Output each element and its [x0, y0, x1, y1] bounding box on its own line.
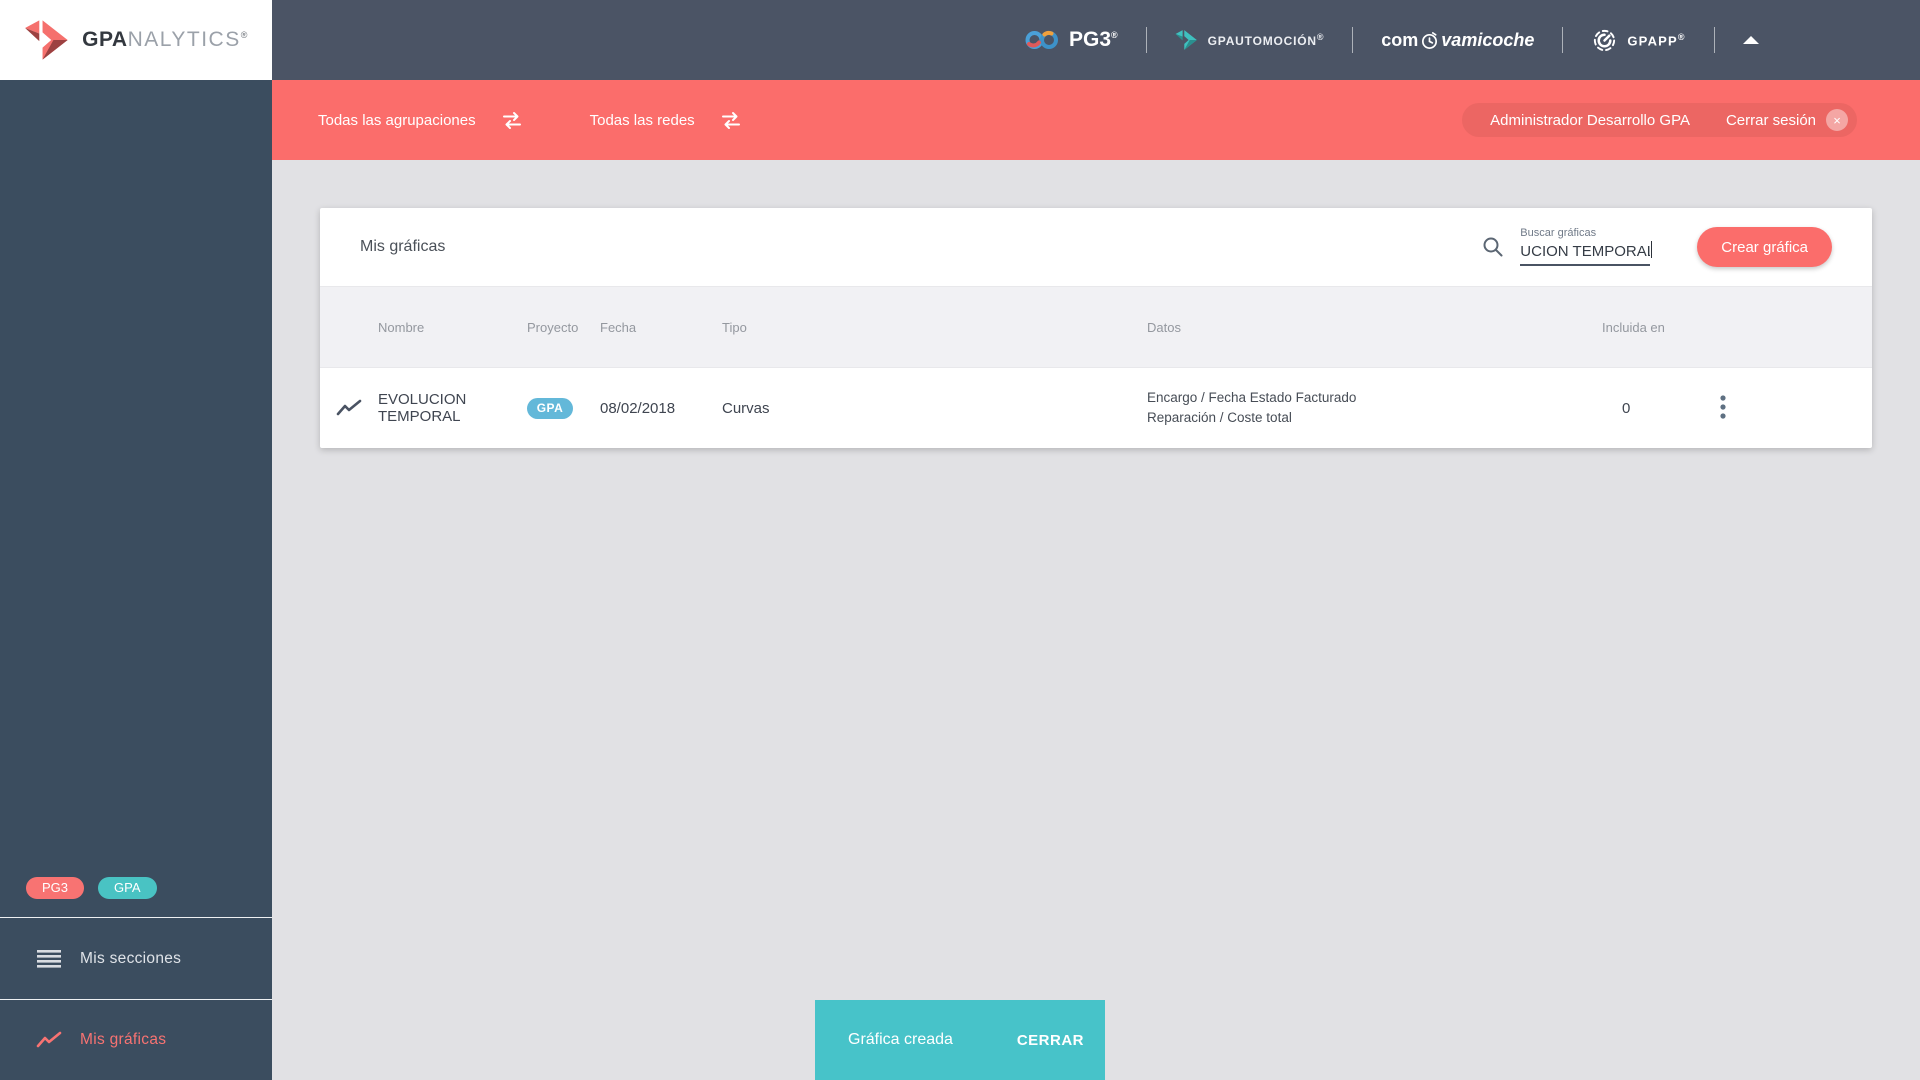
swap-icon[interactable]: [500, 111, 524, 130]
col-fecha: Fecha: [600, 319, 637, 335]
admin-user-label: Administrador Desarrollo GPA: [1490, 111, 1690, 129]
header-divider: [1713, 27, 1715, 53]
sidebar-item-label: Mis secciones: [80, 949, 182, 967]
search-field-label: Buscar gráficas: [1520, 227, 1597, 239]
snackbar-message: Gráfica creada: [848, 1031, 953, 1048]
page-title: Mis gráficas: [360, 238, 446, 255]
pg3-label: PG3®: [1069, 28, 1118, 51]
menu-icon: [36, 949, 62, 968]
gpa-analytics-arrow-icon: [25, 20, 68, 60]
pg3-infinity-icon: [1025, 31, 1058, 49]
card-header: Mis gráficas Buscar gráficas Crear gráfi…: [320, 208, 1872, 286]
sidebar-item-label: Mis gráficas: [80, 1031, 167, 1048]
snackbar: Gráfica creada CERRAR: [815, 1000, 1105, 1080]
gpa-analytics-logo: GPANALYTICS®: [0, 0, 272, 80]
collapse-header-arrow-icon[interactable]: [1742, 36, 1759, 44]
col-tipo: Tipo: [722, 319, 747, 335]
clock-icon: [1422, 31, 1438, 49]
sidebar-item-graficas[interactable]: Mis gráficas: [0, 1000, 272, 1080]
line-chart-icon: [36, 1030, 62, 1050]
snackbar-close-button[interactable]: CERRAR: [1011, 1031, 1090, 1050]
app-switcher: PG3® GPAUTOMOCIÓN® com vamicoche GPAPP®: [1024, 0, 1759, 80]
swap-icon[interactable]: [719, 111, 743, 130]
logout-label: Cerrar sesión: [1725, 111, 1816, 129]
row-data-line2: Reparación / Coste total: [1147, 410, 1292, 425]
create-chart-button[interactable]: Crear gráfica: [1697, 227, 1832, 267]
row-type: Curvas: [722, 399, 770, 417]
session-pill: Administrador Desarrollo GPA Cerrar sesi…: [1462, 103, 1857, 137]
header-divider: [1145, 27, 1147, 53]
table-row[interactable]: EVOLUCION TEMPORAL GPA 08/02/2018 Curvas…: [320, 368, 1872, 448]
row-date: 08/02/2018: [600, 399, 676, 417]
mis-graficas-card: Mis gráficas Buscar gráficas Crear gráfi…: [320, 208, 1872, 448]
filter-redes-label: Todas las redes: [589, 111, 695, 129]
gpautomocion-label: GPAUTOMOCIÓN®: [1207, 32, 1325, 48]
gpautomocion-logo[interactable]: GPAUTOMOCIÓN®: [1175, 30, 1325, 50]
col-incluida-en: Incluida en: [1602, 319, 1665, 335]
header-divider: [1352, 27, 1354, 53]
row-chart-type-icon: [320, 398, 378, 418]
search-input[interactable]: [1520, 243, 1651, 266]
coche-label-post: vamicoche: [1441, 29, 1535, 50]
search-field: Buscar gráficas: [1520, 227, 1653, 266]
row-more-menu-icon[interactable]: [1717, 390, 1729, 426]
search-area: Buscar gráficas Crear gráfica: [1480, 227, 1832, 267]
gpapp-wrench-icon: [1594, 29, 1616, 51]
row-included-count: 0: [1622, 399, 1631, 417]
logout-button[interactable]: Cerrar sesión ×: [1726, 109, 1848, 131]
sidebar-badges: PG3 GPA: [0, 858, 272, 917]
gpautomocion-arrow-icon: [1175, 30, 1197, 50]
comprovamicoche-logo[interactable]: com vamicoche: [1381, 30, 1534, 51]
text-caret: [1650, 241, 1653, 258]
pg3-chip[interactable]: PG3: [26, 876, 85, 899]
gpa-chip[interactable]: GPA: [98, 876, 157, 899]
sidebar: GPANALYTICS® PG3 GPA Mis secciones Mis g…: [0, 0, 272, 1080]
row-data-line1: Encargo / Fecha Estado Facturado: [1147, 390, 1357, 405]
row-data: Encargo / Fecha Estado Facturado Reparac…: [1147, 388, 1602, 428]
filter-redes[interactable]: Todas las redes: [590, 111, 743, 130]
logout-x-icon[interactable]: ×: [1826, 109, 1848, 131]
pg3-logo[interactable]: PG3®: [1024, 27, 1118, 53]
gpa-analytics-wordmark: GPANALYTICS®: [82, 28, 248, 51]
coche-label-pre: com: [1381, 29, 1419, 50]
filter-agrupaciones[interactable]: Todas las agrupaciones: [318, 111, 524, 130]
filter-agrupaciones-label: Todas las agrupaciones: [318, 111, 476, 129]
col-nombre: Nombre: [378, 319, 425, 335]
sidebar-bottom: PG3 GPA Mis secciones Mis gráficas: [0, 858, 272, 1080]
header-divider: [1562, 27, 1564, 53]
col-proyecto: Proyecto: [527, 319, 579, 335]
row-name: EVOLUCION TEMPORAL: [378, 391, 467, 425]
gpapp-label: GPAPP®: [1627, 31, 1686, 49]
top-header: PG3® GPAUTOMOCIÓN® com vamicoche GPAPP®: [272, 0, 1920, 80]
sidebar-item-secciones[interactable]: Mis secciones: [0, 918, 272, 999]
table-header: Nombre Proyecto Fecha Tipo Datos Incluid…: [320, 286, 1872, 368]
col-datos: Datos: [1147, 319, 1181, 335]
search-icon[interactable]: [1480, 234, 1506, 260]
project-badge: GPA: [527, 397, 573, 419]
app-root: GPANALYTICS® PG3 GPA Mis secciones Mis g…: [0, 0, 1920, 1080]
filter-bar: Todas las agrupaciones Todas las redes A…: [272, 80, 1920, 160]
gpapp-logo[interactable]: GPAPP®: [1591, 27, 1685, 54]
